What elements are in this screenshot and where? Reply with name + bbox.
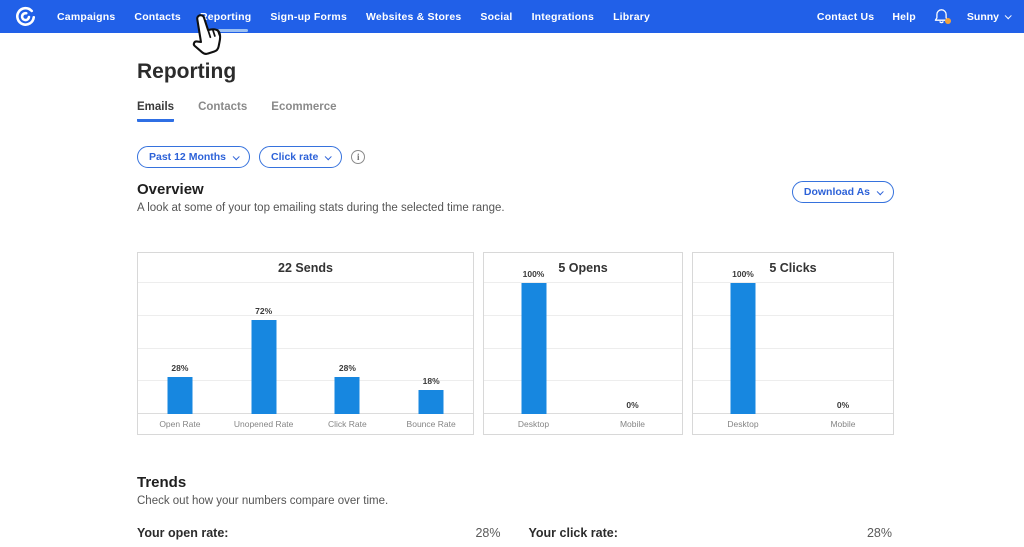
time-range-dropdown[interactable]: Past 12 Months bbox=[137, 146, 251, 168]
nav-item-reporting-label: Reporting bbox=[199, 10, 252, 23]
category-label: Mobile bbox=[830, 419, 856, 429]
bar-desktop bbox=[521, 283, 546, 414]
main-content: Reporting Emails Contacts Ecommerce Past… bbox=[137, 60, 894, 547]
metric-value: Click rate bbox=[271, 151, 319, 163]
gridline bbox=[693, 314, 893, 316]
tab-emails[interactable]: Emails bbox=[137, 101, 175, 122]
sends-bar-chart: 28% 72% 28% 18% bbox=[138, 282, 473, 414]
bar-desktop bbox=[730, 283, 756, 414]
click-rate-card: Your click rate: 28% vs. previous 12 mon… bbox=[529, 519, 895, 547]
nav-item-integrations[interactable]: Integrations bbox=[532, 0, 595, 33]
bar-value-label: 100% bbox=[522, 269, 545, 279]
trends-section: Trends Check out how your numbers compar… bbox=[137, 474, 894, 547]
chevron-down-icon bbox=[876, 187, 884, 195]
trends-grid: Your open rate: 28% vs. previous 12 mont… bbox=[137, 519, 894, 547]
overview-charts: 22 Sends 28% 72% 28% 18% Open Rate Unopened … bbox=[137, 252, 894, 435]
user-menu[interactable]: Sunny bbox=[966, 10, 1012, 23]
bar-click-rate bbox=[334, 377, 360, 414]
chart-title: 22 Sends bbox=[278, 261, 333, 275]
download-as-button[interactable]: Download As bbox=[791, 181, 894, 203]
contact-us-link[interactable]: Contact Us bbox=[817, 0, 874, 33]
filter-bar: Past 12 Months Click rate bbox=[137, 146, 894, 168]
opens-bar-chart: 100% 0% bbox=[484, 269, 682, 414]
clicks-bar-chart: 100% 0% bbox=[693, 269, 893, 414]
trend-row: Your open rate: 28% bbox=[137, 519, 503, 547]
trends-subtitle: Check out how your numbers compare over … bbox=[137, 495, 389, 507]
trend-row: Your click rate: 28% bbox=[529, 519, 895, 547]
user-name: Sunny bbox=[966, 10, 999, 23]
nav-items: Campaigns Contacts Reporting Sign-up For… bbox=[57, 0, 650, 33]
nav-item-social[interactable]: Social bbox=[480, 0, 512, 33]
chart-title: 5 Clicks bbox=[769, 261, 817, 275]
category-label: Desktop bbox=[727, 419, 759, 429]
category-label: Unopened Rate bbox=[233, 419, 294, 429]
category-label: Open Rate bbox=[159, 419, 201, 429]
overview-header: Overview A look at some of your top emai… bbox=[137, 181, 894, 214]
bar-value-label: 0% bbox=[626, 400, 639, 410]
download-as-label: Download As bbox=[803, 186, 870, 198]
gridline bbox=[693, 380, 893, 382]
nav-item-signup-forms[interactable]: Sign-up Forms bbox=[270, 0, 347, 33]
bar-unopened-rate bbox=[251, 319, 277, 414]
gridline bbox=[693, 347, 893, 349]
chevron-down-icon bbox=[232, 152, 240, 160]
category-label: Mobile bbox=[619, 419, 646, 429]
overview-title: Overview bbox=[137, 181, 204, 198]
constant-contact-logo-icon[interactable] bbox=[14, 5, 37, 28]
gridline bbox=[484, 347, 682, 349]
chart-title: 5 Opens bbox=[558, 261, 608, 275]
help-link[interactable]: Help bbox=[892, 0, 916, 33]
bar-value-label: 18% bbox=[422, 376, 440, 387]
category-label: Bounce Rate bbox=[406, 419, 456, 429]
trend-value: 28% bbox=[866, 526, 892, 540]
page-title: Reporting bbox=[137, 60, 237, 83]
gridline bbox=[484, 413, 682, 414]
bar-open-rate bbox=[167, 377, 193, 414]
nav-item-reporting[interactable]: Reporting bbox=[200, 0, 251, 33]
gridline bbox=[693, 282, 893, 283]
category-label: Click Rate bbox=[328, 419, 367, 429]
chevron-down-icon bbox=[1004, 12, 1012, 20]
gridline bbox=[693, 413, 893, 414]
bar-value-label: 0% bbox=[836, 400, 850, 410]
category-label: Desktop bbox=[517, 419, 550, 429]
bar-value-label: 100% bbox=[732, 269, 754, 279]
nav-item-library[interactable]: Library bbox=[613, 0, 650, 33]
gridline bbox=[484, 282, 682, 283]
gridline bbox=[138, 282, 473, 283]
metric-dropdown[interactable]: Click rate bbox=[259, 146, 343, 168]
clicks-chart-card: 5 Clicks 100% 0% Desktop Mobile bbox=[692, 252, 894, 435]
bar-value-label: 72% bbox=[255, 305, 273, 316]
nav-item-websites-stores[interactable]: Websites & Stores bbox=[366, 0, 461, 33]
bar-value-label: 28% bbox=[338, 363, 356, 374]
top-navigation: Campaigns Contacts Reporting Sign-up For… bbox=[0, 0, 1024, 33]
time-range-value: Past 12 Months bbox=[149, 151, 227, 163]
tab-contacts[interactable]: Contacts bbox=[198, 101, 247, 122]
nav-right-section: Contact Us Help Sunny bbox=[817, 0, 1012, 33]
notifications-button[interactable] bbox=[934, 8, 951, 25]
trends-title: Trends bbox=[137, 474, 187, 491]
sends-chart-card: 22 Sends 28% 72% 28% 18% Open Rate Unopened … bbox=[137, 252, 474, 435]
info-icon[interactable] bbox=[351, 150, 366, 164]
bar-value-label: 28% bbox=[171, 363, 189, 374]
gridline bbox=[484, 314, 682, 316]
bar-bounce-rate bbox=[418, 390, 444, 414]
report-tabs: Emails Contacts Ecommerce bbox=[137, 101, 894, 122]
gridline bbox=[484, 380, 682, 382]
trend-value: 28% bbox=[475, 526, 501, 540]
notification-badge bbox=[944, 18, 951, 24]
gridline bbox=[138, 314, 473, 316]
open-rate-card: Your open rate: 28% vs. previous 12 mont… bbox=[137, 519, 503, 547]
nav-active-indicator bbox=[203, 29, 248, 32]
nav-item-contacts[interactable]: Contacts bbox=[134, 0, 181, 33]
overview-subtitle: A look at some of your top emailing stat… bbox=[137, 202, 505, 214]
tab-ecommerce[interactable]: Ecommerce bbox=[271, 101, 336, 122]
opens-chart-card: 5 Opens 100% 0% Desktop Mobile bbox=[483, 252, 683, 435]
chevron-down-icon bbox=[324, 152, 333, 160]
trend-label: Your open rate: bbox=[137, 526, 229, 540]
gridline bbox=[138, 347, 473, 349]
nav-item-campaigns[interactable]: Campaigns bbox=[57, 0, 115, 33]
trend-label: Your click rate: bbox=[528, 526, 618, 540]
